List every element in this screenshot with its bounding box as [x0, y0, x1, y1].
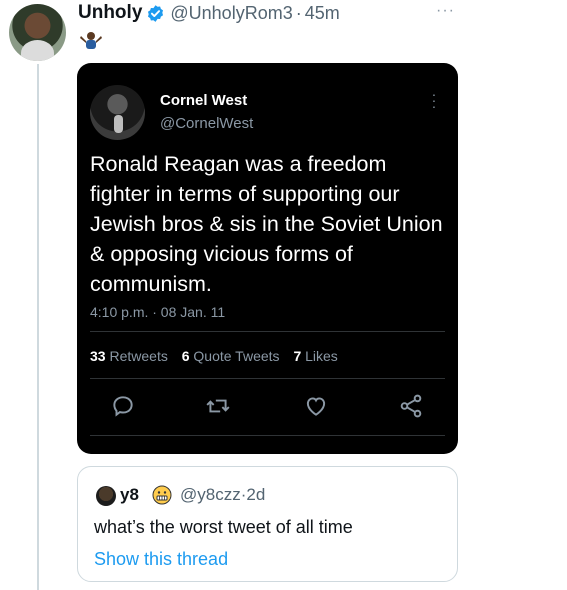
quoted-tweet-text: what’s the worst tweet of all time — [94, 517, 353, 537]
embedded-tweet-screenshot[interactable]: Cornel West @CornelWest · · · Ronald Reaga… — [77, 63, 458, 454]
quoted-time: 2d — [246, 485, 266, 504]
grimacing-face-emoji-icon — [152, 485, 172, 505]
quoted-author-avatar — [96, 486, 116, 506]
like-icon — [306, 397, 326, 416]
author-name[interactable]: Unholy — [78, 2, 142, 24]
embedded-timestamp: 4:10 p.m. · 08 Jan. 11 — [90, 304, 226, 320]
quoted-handle-line: @y8czz·2d — [180, 485, 265, 505]
reply-icon — [113, 396, 133, 417]
tweet-time[interactable]: 45m — [305, 3, 340, 24]
divider — [90, 331, 445, 332]
quoted-tweet-card[interactable]: y8 @y8czz·2d what’s the worst tweet of a… — [77, 466, 458, 582]
divider — [90, 435, 445, 436]
share-icon — [400, 394, 422, 418]
embedded-author-handle: @CornelWest — [160, 115, 254, 132]
thread-connector-line — [37, 64, 39, 590]
quoted-author-name: y8 — [120, 485, 139, 504]
quote-tweets-stat: 6 Quote Tweets — [181, 348, 280, 364]
embedded-more-vertical-icon: · · · — [431, 86, 437, 114]
divider — [90, 378, 445, 379]
tweet-header: Unholy @UnholyRom3 · 45m — [78, 0, 340, 26]
embedded-action-bar — [77, 393, 458, 421]
more-options-icon[interactable]: ··· — [436, 2, 455, 20]
retweets-stat: 33 Retweets — [90, 348, 168, 364]
retweet-icon — [206, 399, 230, 413]
embedded-author-name: Cornel West — [160, 92, 248, 109]
author-handle[interactable]: @UnholyRom3 — [170, 3, 292, 24]
embedded-stats: 33 Retweets 6 Quote Tweets 7 Likes — [90, 348, 348, 364]
embedded-tweet-text: Ronald Reagan was a freedom fighter in t… — [90, 152, 443, 296]
likes-stat: 7 Likes — [293, 348, 338, 364]
show-thread-link[interactable]: Show this thread — [94, 549, 228, 570]
quoted-author-handle: @y8czz — [180, 485, 241, 504]
author-avatar[interactable] — [9, 4, 66, 61]
verified-badge-icon — [148, 4, 164, 22]
person-shrugging-emoji-icon — [80, 32, 102, 49]
embedded-author-avatar — [90, 85, 145, 140]
header-separator: · — [295, 2, 302, 23]
